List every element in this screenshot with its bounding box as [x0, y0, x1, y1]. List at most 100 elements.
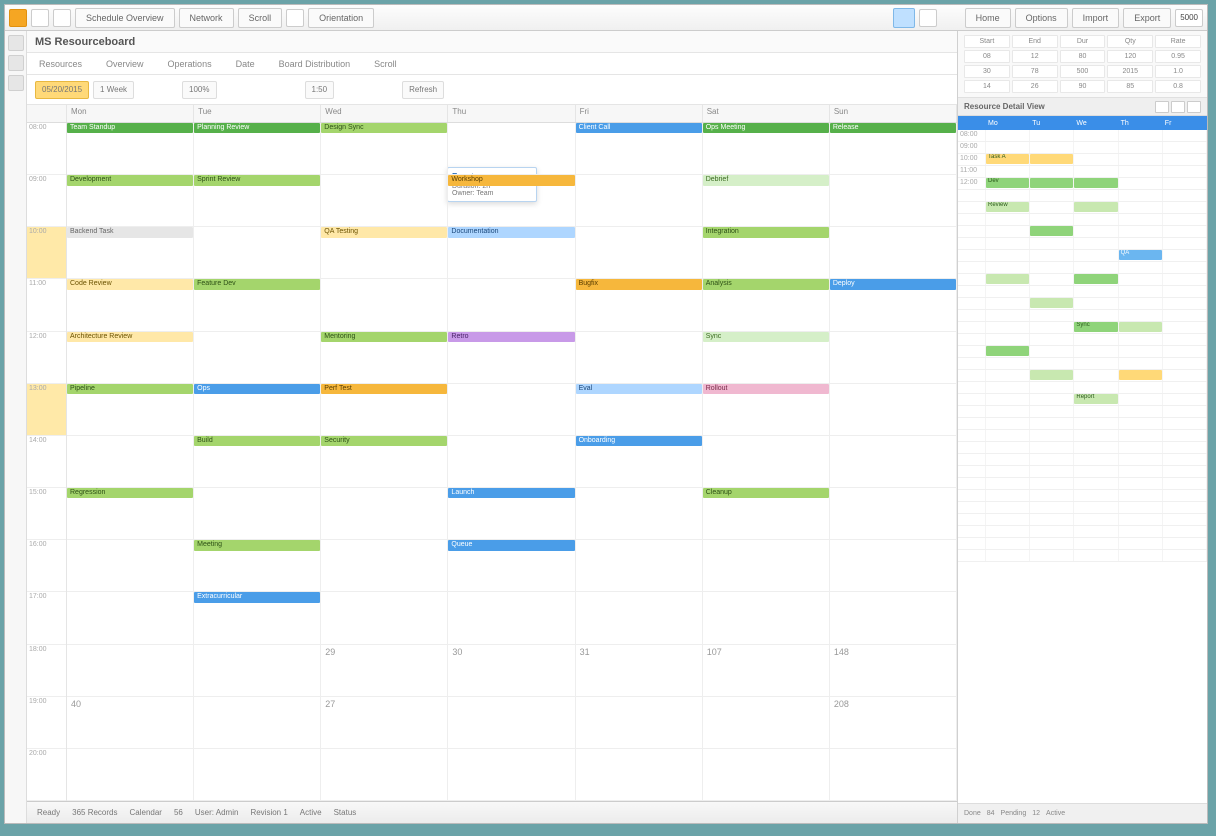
sidebar-icon[interactable]	[8, 75, 24, 91]
calendar-cell[interactable]	[830, 540, 957, 592]
section-tab[interactable]: Board Distribution	[279, 59, 351, 69]
calendar-cell[interactable]: Eval	[576, 384, 703, 436]
mini-event[interactable]	[1030, 154, 1073, 164]
calendar-event[interactable]: Launch	[448, 488, 574, 498]
calendar-cell[interactable]: 31	[576, 645, 703, 697]
calendar-grid[interactable]: Event Duration: 2h Owner: Team Team Stan…	[67, 123, 957, 801]
calendar-cell[interactable]: Development	[67, 175, 194, 227]
calendar-cell[interactable]: Extracurricular	[194, 592, 321, 644]
section-tab[interactable]: Scroll	[374, 59, 397, 69]
calendar-cell[interactable]: Backend Task	[67, 227, 194, 279]
calendar-cell[interactable]: Onboarding	[576, 436, 703, 488]
ribbon-right[interactable]: Export	[1123, 8, 1171, 28]
calendar-event[interactable]: Perf Test	[321, 384, 447, 394]
calendar-event[interactable]: Security	[321, 436, 447, 446]
calendar-cell[interactable]	[576, 175, 703, 227]
calendar-cell[interactable]	[448, 592, 575, 644]
calendar-cell[interactable]: Queue	[448, 540, 575, 592]
calendar-event[interactable]: Retro	[448, 332, 574, 342]
refresh-button[interactable]: Refresh	[402, 81, 444, 99]
calendar-cell[interactable]: Bugfix	[576, 279, 703, 331]
calendar-cell[interactable]	[67, 749, 194, 801]
ribbon-icon[interactable]	[286, 9, 304, 27]
calendar-event[interactable]: Design Sync	[321, 123, 447, 133]
calendar-cell[interactable]	[703, 592, 830, 644]
calendar-cell[interactable]: 208	[830, 697, 957, 749]
calendar-event[interactable]: Feature Dev	[194, 279, 320, 289]
zoom-field[interactable]: 1:50	[305, 81, 335, 99]
calendar-cell[interactable]	[448, 279, 575, 331]
calendar-event[interactable]: Release	[830, 123, 956, 133]
panel-btn-icon[interactable]	[1171, 101, 1185, 113]
panel-btn-icon[interactable]	[1187, 101, 1201, 113]
ribbon-right[interactable]: Home	[965, 8, 1011, 28]
calendar-cell[interactable]: Ops Meeting	[703, 123, 830, 175]
calendar-cell[interactable]	[321, 279, 448, 331]
calendar-event[interactable]: Onboarding	[576, 436, 702, 446]
calendar-event[interactable]: Analysis	[703, 279, 829, 289]
calendar-cell[interactable]: 40	[67, 697, 194, 749]
calendar-cell[interactable]	[194, 332, 321, 384]
calendar-cell[interactable]	[703, 749, 830, 801]
calendar-cell[interactable]	[576, 697, 703, 749]
calendar-event[interactable]: Meeting	[194, 540, 320, 550]
mini-event[interactable]	[1030, 226, 1073, 236]
calendar-event[interactable]: Backend Task	[67, 227, 193, 237]
calendar-event[interactable]: Extracurricular	[194, 592, 320, 602]
calendar-cell[interactable]: 30	[448, 645, 575, 697]
calendar-cell[interactable]: 148	[830, 645, 957, 697]
calendar-cell[interactable]: Pipeline	[67, 384, 194, 436]
calendar-event[interactable]: Code Review	[67, 279, 193, 289]
ribbon-right[interactable]: Options	[1015, 8, 1068, 28]
calendar-event[interactable]: Build	[194, 436, 320, 446]
calendar-cell[interactable]	[321, 540, 448, 592]
calendar-event[interactable]: Cleanup	[703, 488, 829, 498]
calendar-event[interactable]: Regression	[67, 488, 193, 498]
panel-btn-icon[interactable]	[1155, 101, 1169, 113]
mini-event[interactable]	[1074, 274, 1117, 284]
calendar-cell[interactable]	[830, 227, 957, 279]
date-picker[interactable]: 05/20/2015	[35, 81, 89, 99]
calendar-cell[interactable]	[67, 645, 194, 697]
mini-event[interactable]	[986, 346, 1029, 356]
calendar-cell[interactable]	[830, 592, 957, 644]
ribbon-icon[interactable]	[31, 9, 49, 27]
calendar-event[interactable]: Architecture Review	[67, 332, 193, 342]
calendar-event[interactable]: Pipeline	[67, 384, 193, 394]
calendar-event[interactable]: Planning Review	[194, 123, 320, 133]
calendar-event[interactable]: Debrief	[703, 175, 829, 185]
mini-event[interactable]: Report	[1074, 394, 1117, 404]
calendar-event[interactable]: Ops Meeting	[703, 123, 829, 133]
calendar-cell[interactable]: Sync	[703, 332, 830, 384]
calendar-event[interactable]: Ops	[194, 384, 320, 394]
calendar-cell[interactable]	[576, 488, 703, 540]
calendar-cell[interactable]: Planning Review	[194, 123, 321, 175]
calendar-cell[interactable]: Mentoring	[321, 332, 448, 384]
ribbon-icon[interactable]	[53, 9, 71, 27]
calendar-cell[interactable]	[321, 749, 448, 801]
calendar-cell[interactable]: Team Standup	[67, 123, 194, 175]
calendar-event[interactable]: Workshop	[448, 175, 574, 185]
mini-event[interactable]: Sync	[1074, 322, 1117, 332]
calendar-cell[interactable]	[194, 697, 321, 749]
calendar-cell[interactable]	[703, 436, 830, 488]
calendar-cell[interactable]: Debrief	[703, 175, 830, 227]
calendar-cell[interactable]: Rollout	[703, 384, 830, 436]
calendar-cell[interactable]	[321, 175, 448, 227]
calendar-cell[interactable]: Sprint Review	[194, 175, 321, 227]
calendar-cell[interactable]	[194, 488, 321, 540]
mini-event[interactable]	[1030, 298, 1073, 308]
calendar-cell[interactable]: Regression	[67, 488, 194, 540]
calendar-cell[interactable]: 27	[321, 697, 448, 749]
ribbon-right[interactable]: Import	[1072, 8, 1120, 28]
calendar-cell[interactable]: Architecture Review	[67, 332, 194, 384]
calendar-event[interactable]: Team Standup	[67, 123, 193, 133]
calendar-cell[interactable]: 29	[321, 645, 448, 697]
calendar-cell[interactable]	[830, 384, 957, 436]
calendar-cell[interactable]: Release	[830, 123, 957, 175]
calendar-cell[interactable]	[830, 749, 957, 801]
ribbon-icon[interactable]	[919, 9, 937, 27]
calendar-event[interactable]: Mentoring	[321, 332, 447, 342]
calendar-cell[interactable]	[830, 488, 957, 540]
ribbon-tab[interactable]: Schedule Overview	[75, 8, 175, 28]
